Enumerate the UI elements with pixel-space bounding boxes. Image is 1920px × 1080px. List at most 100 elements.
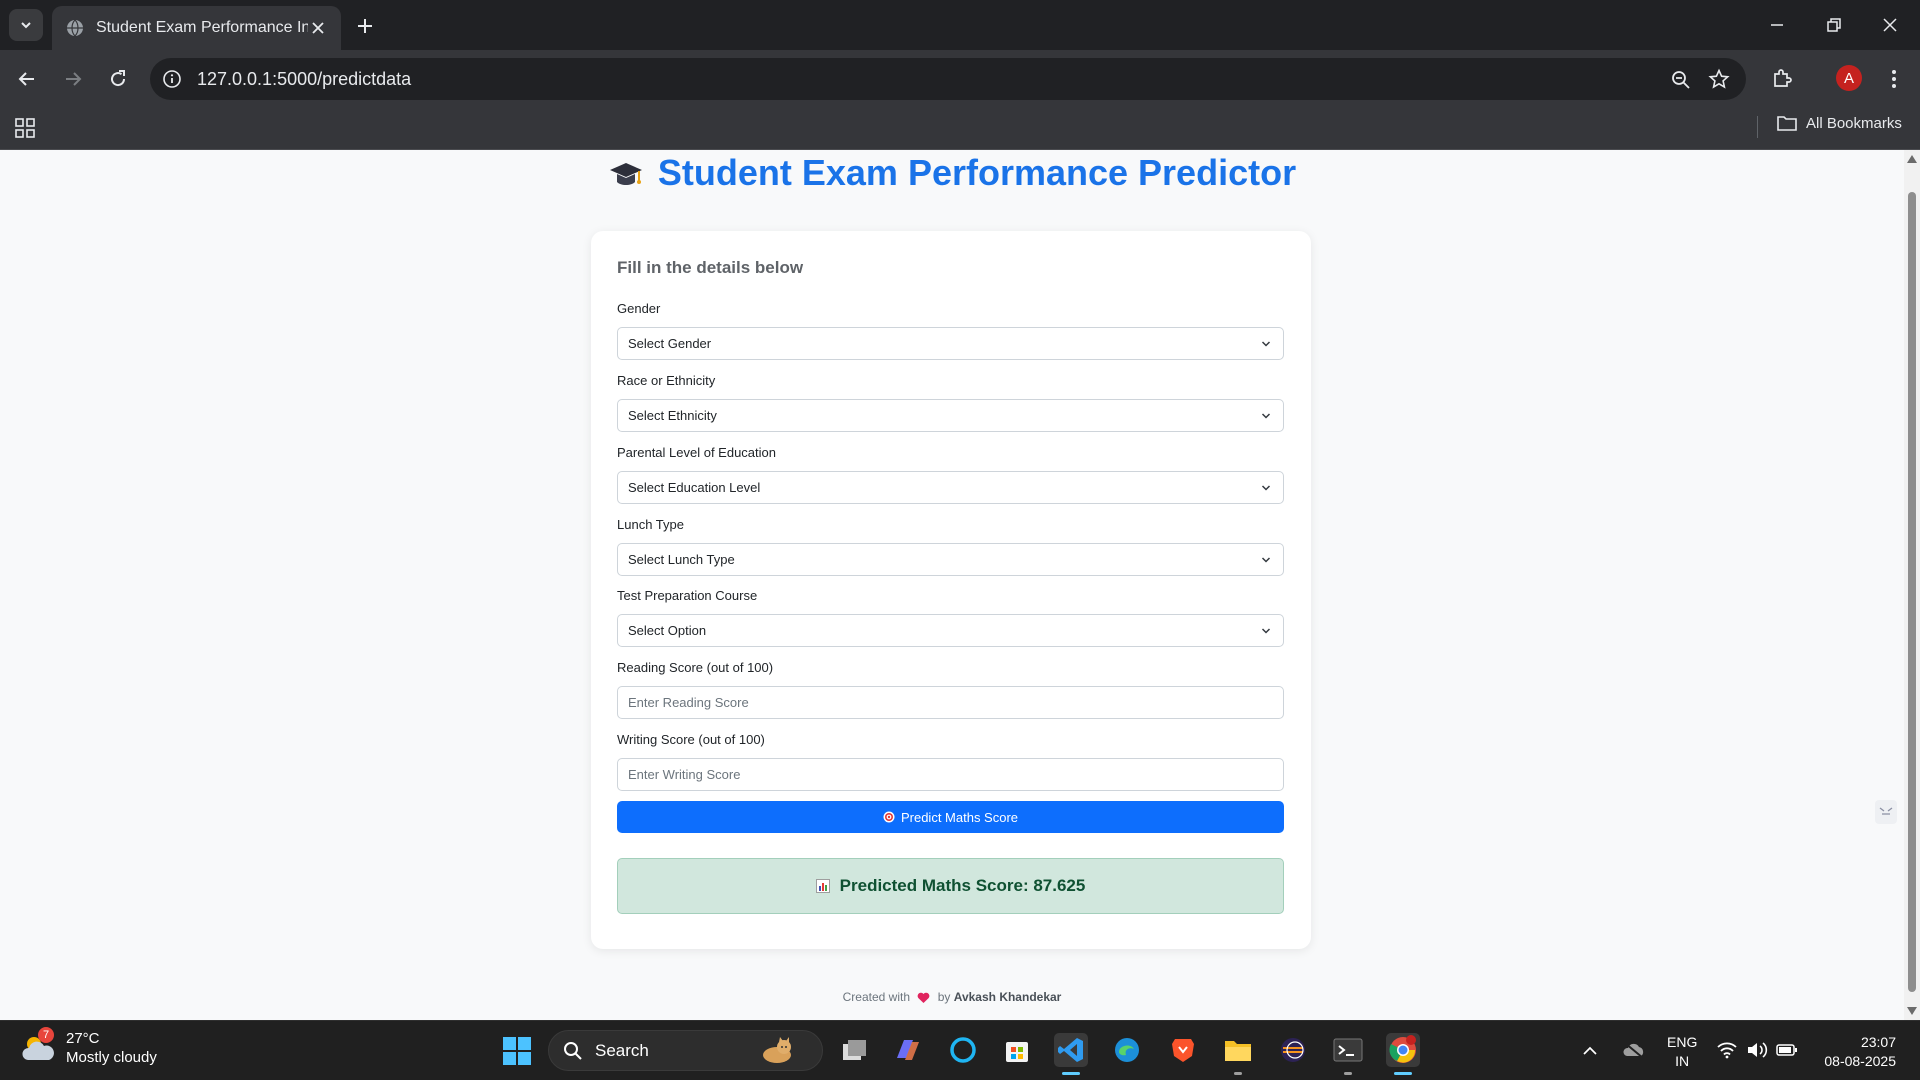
terminal-indicator: [1344, 1072, 1352, 1075]
bookmark-star-icon[interactable]: [1708, 68, 1730, 90]
chrome-app[interactable]: [1386, 1033, 1420, 1075]
url-text: 127.0.0.1:5000/predictdata: [197, 69, 412, 89]
ethnicity-select[interactable]: Select Ethnicity: [617, 399, 1284, 432]
wifi-icon[interactable]: [1716, 1041, 1738, 1059]
education-select[interactable]: Select Education Level: [617, 471, 1284, 504]
new-tab-icon[interactable]: [352, 13, 378, 39]
globe-icon: [67, 19, 83, 37]
bookmarks-separator: [1757, 116, 1758, 138]
all-bookmarks-button[interactable]: All Bookmarks: [1776, 114, 1902, 132]
gender-label: Gender: [617, 301, 661, 316]
system-clock[interactable]: 23:07 08-08-2025: [1816, 1033, 1896, 1071]
terminal-app[interactable]: [1331, 1033, 1365, 1075]
clock-date: 08-08-2025: [1824, 1053, 1896, 1069]
browser-tab-active[interactable]: Student Exam Performance Indi: [52, 6, 341, 50]
close-tab-icon[interactable]: [309, 19, 327, 37]
predict-button-label: Predict Maths Score: [900, 809, 1019, 825]
brave-app[interactable]: [1166, 1033, 1200, 1067]
store-app[interactable]: [1000, 1033, 1034, 1067]
cortana-app[interactable]: [946, 1033, 980, 1067]
windows-start-icon[interactable]: [502, 1036, 532, 1066]
weather-widget[interactable]: 7 27°C Mostly cloudy: [20, 1027, 157, 1067]
scroll-down-arrow-icon[interactable]: [1907, 1007, 1917, 1015]
folder-icon: [1225, 1041, 1251, 1061]
onedrive-offline-icon[interactable]: [1622, 1041, 1646, 1059]
volume-icon[interactable]: [1746, 1041, 1768, 1059]
ethnicity-label: Race or Ethnicity: [617, 373, 716, 388]
windows-taskbar: 7 27°C Mostly cloudy Search ENG IN 23:07…: [0, 1020, 1920, 1080]
prediction-form-card: Fill in the details below Gender Select …: [591, 231, 1311, 949]
gender-field: Gender Select Gender: [617, 300, 1284, 360]
weather-temp: 27°C: [66, 1030, 100, 1047]
folder-icon: [1777, 116, 1797, 131]
weather-desc: Mostly cloudy: [66, 1049, 157, 1066]
chevron-down-icon: [21, 22, 31, 29]
scrollbar-thumb[interactable]: [1908, 192, 1916, 992]
vscode-app[interactable]: [1054, 1033, 1088, 1075]
extensions-icon[interactable]: [1770, 67, 1794, 91]
restore-icon[interactable]: [1820, 12, 1846, 38]
search-highlight-icon: [763, 1037, 791, 1063]
battery-icon[interactable]: [1776, 1042, 1798, 1058]
scroll-up-arrow-icon[interactable]: [1907, 155, 1917, 163]
chevron-down-icon: [1261, 628, 1271, 634]
test-prep-select[interactable]: Select Option: [617, 614, 1284, 647]
copilot-icon: [897, 1040, 919, 1060]
chevron-down-icon: [1261, 485, 1271, 491]
address-bar[interactable]: 127.0.0.1:5000/predictdata: [150, 58, 1746, 100]
chrome-active-indicator: [1394, 1072, 1412, 1075]
copilot-app[interactable]: [891, 1033, 925, 1067]
file-explorer-app[interactable]: [1221, 1033, 1255, 1075]
chrome-icon: [1389, 1035, 1416, 1063]
education-field: Parental Level of Education Select Educa…: [617, 444, 1284, 504]
taskbar-search-label: Search: [595, 1040, 649, 1060]
back-arrow-icon[interactable]: [14, 66, 40, 92]
page-scrollbar[interactable]: [1904, 150, 1920, 1020]
input-language[interactable]: ENG IN: [1667, 1033, 1697, 1071]
reading-score-input[interactable]: Enter Reading Score: [617, 686, 1284, 719]
zoom-icon[interactable]: [1670, 69, 1692, 91]
lunch-select[interactable]: Select Lunch Type: [617, 543, 1284, 576]
bookmarks-bar: All Bookmarks: [0, 108, 1920, 150]
taskbar-search[interactable]: Search: [548, 1030, 823, 1071]
show-hidden-icons-icon[interactable]: [1582, 1043, 1598, 1059]
reload-icon[interactable]: [105, 66, 131, 92]
education-select-value: Select Education Level: [628, 480, 761, 495]
ethnicity-select-value: Select Ethnicity: [628, 408, 717, 423]
tab-search-button[interactable]: [9, 9, 43, 41]
task-view-app[interactable]: [838, 1033, 872, 1067]
footer-author: Avkash Khandekar: [953, 990, 1062, 1004]
lunch-select-value: Select Lunch Type: [628, 552, 735, 567]
widget-icon: [1879, 807, 1893, 815]
writing-score-input[interactable]: Enter Writing Score: [617, 758, 1284, 791]
apps-grid-icon[interactable]: [14, 117, 36, 139]
weather-badge: 7: [38, 1027, 54, 1043]
minimize-icon[interactable]: [1764, 12, 1790, 38]
lunch-label: Lunch Type: [617, 517, 684, 532]
edge-app[interactable]: [1110, 1033, 1144, 1067]
forward-arrow-icon[interactable]: [60, 66, 86, 92]
profile-avatar[interactable]: A: [1836, 65, 1862, 91]
eclipse-icon: [1281, 1038, 1305, 1062]
cortana-icon: [950, 1037, 976, 1063]
site-info-icon[interactable]: [162, 69, 182, 89]
all-bookmarks-label: All Bookmarks: [1806, 114, 1902, 132]
test-prep-label: Test Preparation Course: [617, 588, 758, 603]
task-view-icon: [843, 1040, 866, 1060]
prediction-result: Predicted Maths Score: 87.625: [617, 858, 1284, 914]
page-footer: Created with by Avkash Khandekar: [0, 990, 1904, 1004]
gender-select[interactable]: Select Gender: [617, 327, 1284, 360]
bar-chart-icon: [815, 879, 830, 893]
menu-dots-icon[interactable]: [1882, 66, 1906, 92]
side-panel-widget[interactable]: [1875, 800, 1897, 824]
brave-icon: [1172, 1039, 1194, 1062]
writing-score-label: Writing Score (out of 100): [617, 732, 765, 747]
chevron-down-icon: [1261, 557, 1271, 563]
predicted-score-text: Predicted Maths Score: 87.625: [839, 876, 1086, 895]
close-window-icon[interactable]: [1877, 12, 1903, 38]
predict-button[interactable]: Predict Maths Score: [617, 801, 1284, 833]
writing-score-field: Writing Score (out of 100) Enter Writing…: [617, 731, 1284, 791]
footer-by: by: [937, 990, 951, 1004]
graduation-cap-icon: [609, 163, 642, 186]
eclipse-app[interactable]: [1276, 1033, 1310, 1067]
